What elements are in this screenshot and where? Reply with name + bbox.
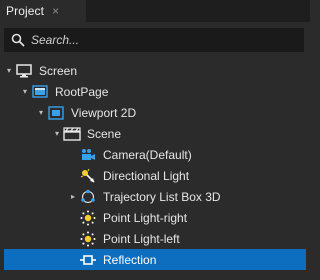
point-light-icon <box>78 210 98 226</box>
search-input[interactable] <box>31 33 291 47</box>
expand-arrow-icon[interactable]: ▾ <box>36 102 46 123</box>
tree-item-point-light-right[interactable]: Point Light-right <box>0 207 310 228</box>
expand-arrow-icon[interactable]: ▾ <box>20 81 30 102</box>
project-tree: ▾ Screen ▾ RootPage ▾ Viewport 2D ▾ Scen… <box>0 60 310 270</box>
tree-item-rootpage[interactable]: ▾ RootPage <box>0 81 310 102</box>
tab-bar: Project × <box>0 0 310 22</box>
viewport-icon <box>46 105 66 121</box>
expand-arrow-icon[interactable]: ▸ <box>68 186 78 207</box>
close-icon[interactable]: × <box>52 5 59 17</box>
search-icon <box>11 33 25 47</box>
tree-item-label: Screen <box>39 63 78 78</box>
tree-item-viewport-2d[interactable]: ▾ Viewport 2D <box>0 102 310 123</box>
expand-arrow-spacer <box>68 228 78 249</box>
expand-arrow-icon[interactable]: ▾ <box>52 123 62 144</box>
monitor-icon <box>14 63 34 79</box>
tree-item-scene[interactable]: ▾ Scene <box>0 123 310 144</box>
expand-arrow-spacer <box>68 249 78 270</box>
directional-light-icon <box>78 168 98 184</box>
tree-item-label: RootPage <box>55 84 109 99</box>
tree-item-label: Point Light-left <box>103 231 180 246</box>
tree-item-trajectory-list-box-3d[interactable]: ▸ Trajectory List Box 3D <box>0 186 310 207</box>
expand-arrow-icon[interactable]: ▾ <box>4 60 14 81</box>
tab-project[interactable]: Project × <box>0 0 86 22</box>
search-bar <box>4 28 304 52</box>
tree-item-label: Reflection <box>103 252 157 267</box>
tree-item-label: Viewport 2D <box>71 105 137 120</box>
expand-arrow-spacer <box>68 207 78 228</box>
tree-item-reflection[interactable]: Reflection <box>4 249 306 270</box>
scene-icon <box>62 126 82 142</box>
tree-item-label: Directional Light <box>103 168 190 183</box>
tree-item-label: Camera(Default) <box>103 147 192 162</box>
tree-item-label: Scene <box>87 126 122 141</box>
tree-item-screen[interactable]: ▾ Screen <box>0 60 310 81</box>
project-panel: Project × ▾ Screen ▾ <box>0 0 310 280</box>
expand-arrow-spacer <box>68 165 78 186</box>
expand-arrow-spacer <box>68 144 78 165</box>
tree-item-point-light-left[interactable]: Point Light-left <box>0 228 310 249</box>
tree-item-camera[interactable]: Camera(Default) <box>0 144 310 165</box>
camera-icon <box>78 147 98 163</box>
reflection-icon <box>78 252 98 268</box>
point-light-icon <box>78 231 98 247</box>
tree-item-directional-light[interactable]: Directional Light <box>0 165 310 186</box>
trajectory-list-icon <box>78 189 98 205</box>
tree-item-label: Point Light-right <box>103 210 188 225</box>
page-icon <box>30 84 50 100</box>
tree-item-label: Trajectory List Box 3D <box>103 189 221 204</box>
tab-project-title: Project <box>6 4 45 18</box>
